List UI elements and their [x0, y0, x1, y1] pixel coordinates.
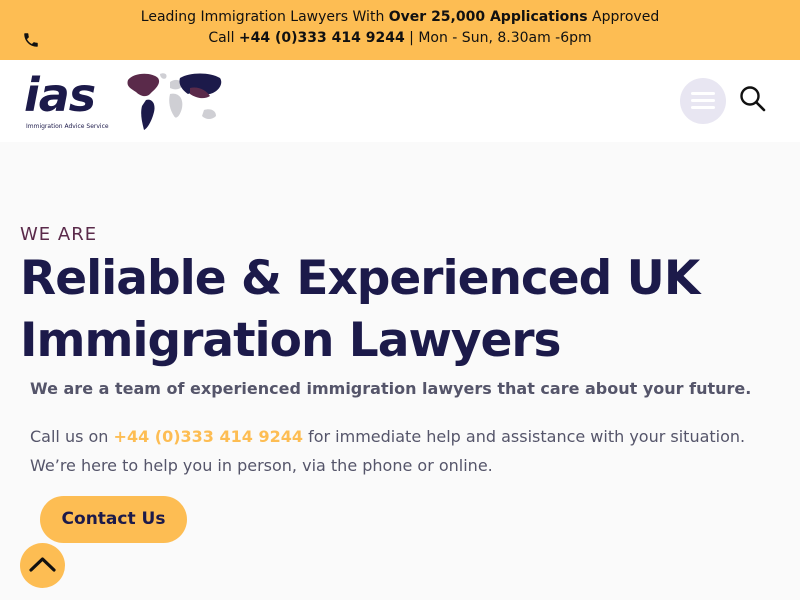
chevron-up-icon — [29, 557, 56, 572]
hero-eyebrow: WE ARE — [20, 224, 98, 245]
hero-headline: Reliable & Experienced UK Immigration La… — [20, 251, 700, 368]
call-label: Call — [208, 30, 239, 46]
announcement-text: Leading Immigration Lawyers With — [140, 9, 389, 25]
announcement-line-1: Leading Immigration Lawyers With Over 25… — [0, 9, 800, 25]
announcement-bar: Leading Immigration Lawyers With Over 25… — [0, 0, 800, 60]
hamburger-menu-button[interactable] — [680, 78, 726, 124]
hero-subheading: We are a team of experienced immigration… — [30, 379, 752, 398]
hamburger-menu-icon — [691, 92, 715, 95]
scroll-to-top-button[interactable] — [20, 543, 65, 588]
contact-us-button[interactable]: Contact Us — [40, 496, 187, 543]
topbar-phone-link[interactable]: +44 (0)333 414 9244 — [239, 30, 405, 46]
hero-phone-link[interactable]: +44 (0)333 414 9244 — [114, 427, 303, 446]
logo-wordmark: ias — [24, 68, 96, 122]
ias-logo[interactable]: ias Immigration Advice Service — [24, 68, 114, 136]
site-header: ias Immigration Advice Service — [0, 60, 800, 142]
announcement-line-2: Call +44 (0)333 414 9244 | Mon - Sun, 8.… — [0, 30, 800, 46]
logo-subtitle: Immigration Advice Service — [26, 123, 109, 130]
hero-section: WE ARE Reliable & Experienced UK Immigra… — [0, 142, 800, 600]
description-prefix: Call us on — [30, 427, 114, 446]
hamburger-menu-icon-bar — [691, 106, 715, 109]
search-icon — [740, 86, 766, 112]
hero-description: Call us on +44 (0)333 414 9244 for immed… — [30, 422, 780, 480]
opening-hours: | Mon - Sun, 8.30am -6pm — [404, 30, 592, 46]
applications-count: Over 25,000 Applications — [388, 9, 588, 25]
search-button[interactable] — [738, 84, 768, 114]
announcement-text-suffix: Approved — [587, 9, 660, 25]
hamburger-menu-icon-bar — [691, 99, 715, 102]
world-map-icon — [124, 70, 226, 132]
